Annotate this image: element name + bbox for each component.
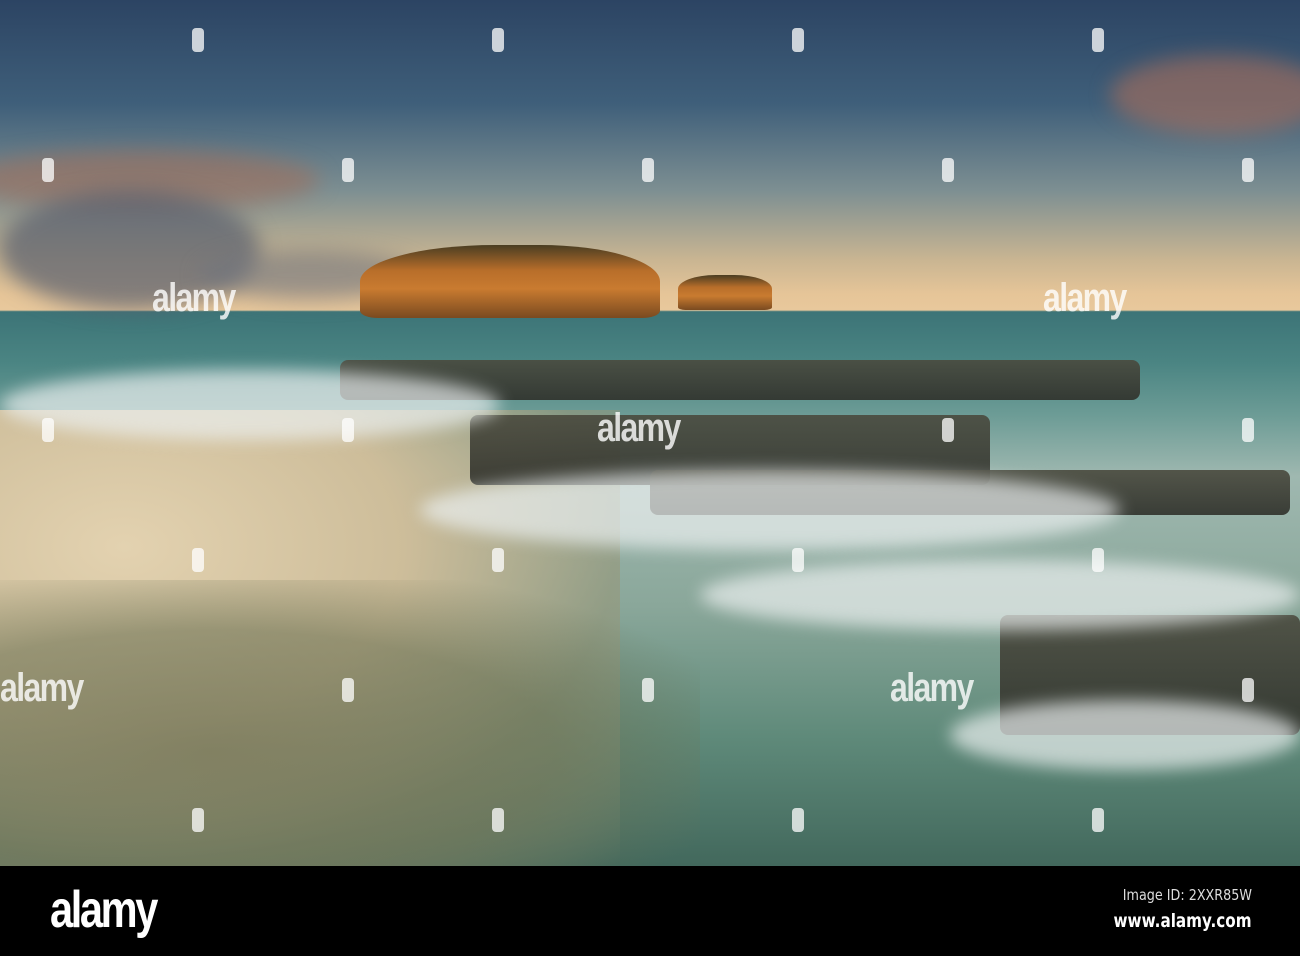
watermark-mark (1242, 158, 1254, 182)
watermark: alamy (890, 666, 974, 710)
watermark-mark (342, 418, 354, 442)
cloud (1110, 55, 1300, 135)
watermark-mark (1242, 418, 1254, 442)
watermark-mark (792, 548, 804, 572)
watermark-mark (792, 28, 804, 52)
watermark-mark (1242, 678, 1254, 702)
watermark: alamy (1043, 276, 1127, 320)
watermark-mark (492, 808, 504, 832)
foam (950, 700, 1300, 770)
watermark-mark (192, 808, 204, 832)
watermark-mark (1092, 548, 1104, 572)
watermark-mark (492, 28, 504, 52)
foam (700, 560, 1300, 630)
watermark: alamy (597, 406, 681, 450)
alamy-logo: alamy (50, 881, 158, 939)
watermark: alamy (152, 276, 236, 320)
watermark-mark (192, 548, 204, 572)
watermark-mark (642, 678, 654, 702)
foam (0, 370, 500, 440)
seascape-photo: alamy alamy alamy alamy alamy (0, 0, 1300, 866)
watermark-mark (1092, 808, 1104, 832)
image-id: Image ID: 2XXR85W (1122, 886, 1252, 904)
watermark-mark (492, 548, 504, 572)
watermark-mark (42, 158, 54, 182)
footer-bar: alamy Image ID: 2XXR85W www.alamy.com (0, 866, 1300, 956)
watermark: alamy (0, 666, 84, 710)
watermark-mark (792, 808, 804, 832)
reef (0, 580, 700, 866)
watermark-mark (1092, 28, 1104, 52)
watermark-mark (42, 418, 54, 442)
small-rock (678, 275, 772, 310)
website-link: www.alamy.com (1113, 910, 1252, 932)
watermark-mark (942, 158, 954, 182)
watermark-mark (942, 418, 954, 442)
watermark-mark (642, 158, 654, 182)
watermark-mark (342, 678, 354, 702)
watermark-mark (192, 28, 204, 52)
rock-island (360, 245, 660, 318)
watermark-mark (342, 158, 354, 182)
foam (420, 470, 1120, 550)
